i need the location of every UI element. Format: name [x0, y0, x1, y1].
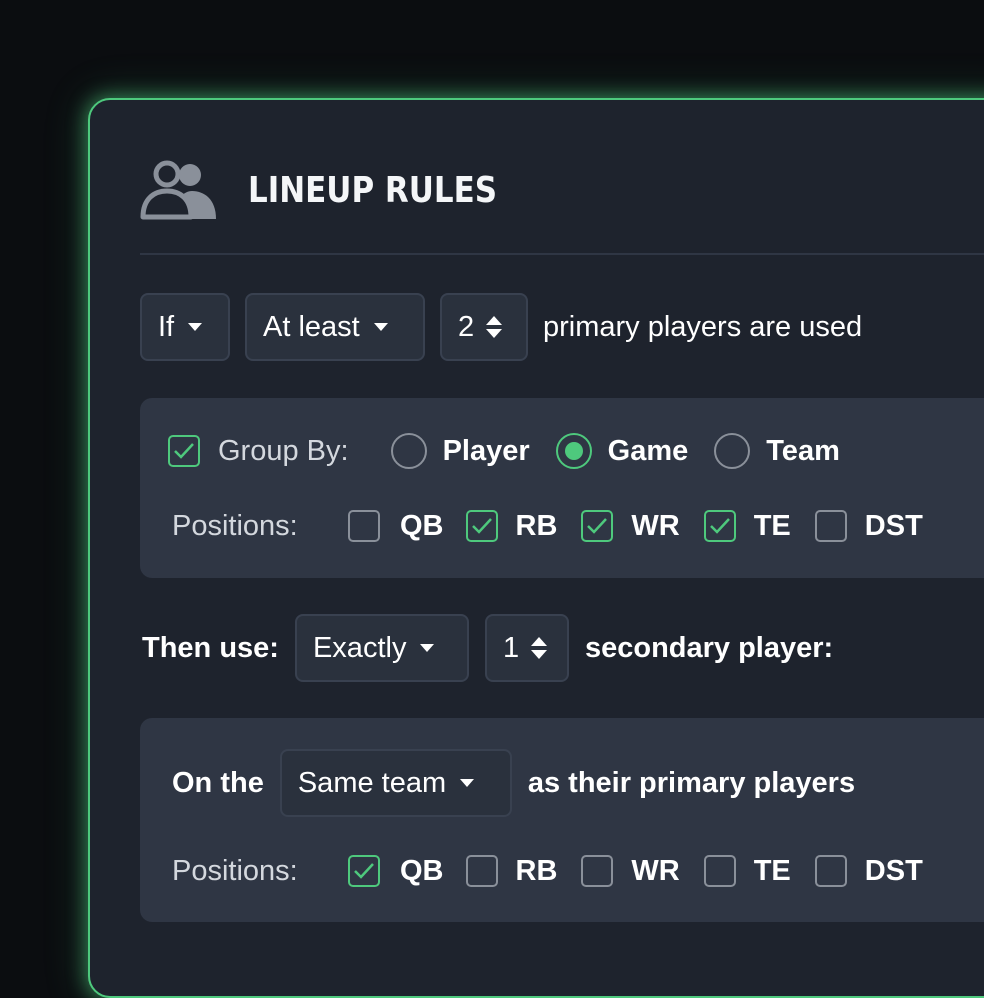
- group-position-te[interactable]: TE: [703, 509, 791, 543]
- rb-label: RB: [515, 509, 558, 542]
- qb-checkbox[interactable]: [348, 855, 380, 887]
- group-by-label: Group By:: [218, 434, 349, 467]
- secondary-position-te[interactable]: TE: [703, 854, 791, 888]
- panel-header: LINEUP RULES: [140, 150, 984, 230]
- secondary-positions-label: Positions:: [172, 854, 298, 887]
- group-position-rb[interactable]: RB: [465, 509, 558, 543]
- primary-rule-suffix: primary players are used: [543, 310, 863, 343]
- users-icon: [140, 155, 218, 225]
- stepper-arrows-icon: [486, 316, 503, 338]
- rb-checkbox[interactable]: [465, 510, 498, 542]
- comparator-value: At least: [263, 310, 360, 343]
- then-comparator-dropdown[interactable]: Exactly: [294, 614, 469, 682]
- team-radio[interactable]: [714, 433, 751, 469]
- game-label: Game: [607, 434, 689, 467]
- player-radio[interactable]: [390, 433, 427, 469]
- group-position-dst[interactable]: DST: [814, 509, 923, 543]
- wr-label: WR: [631, 854, 680, 887]
- te-checkbox[interactable]: [703, 510, 736, 542]
- on-the-label: On the: [172, 766, 264, 799]
- header-divider: [140, 253, 984, 255]
- relation-value: Same team: [297, 766, 447, 799]
- group-positions-row: Positions: QB RB WR TE DST: [172, 506, 923, 546]
- condition-value: If: [158, 310, 175, 343]
- secondary-positions-row: Positions: QB RB WR TE DST: [172, 851, 923, 891]
- group-by-section: [140, 398, 984, 578]
- group-option-team[interactable]: Team: [714, 433, 840, 469]
- primary-count-stepper[interactable]: 2: [440, 293, 528, 361]
- wr-label: WR: [631, 509, 680, 542]
- dst-checkbox[interactable]: [814, 855, 847, 887]
- then-use-label: Then use:: [142, 631, 279, 664]
- secondary-position-qb[interactable]: QB: [348, 855, 444, 888]
- te-label: TE: [753, 854, 791, 887]
- relation-suffix: as their primary players: [527, 766, 856, 799]
- relation-row: On the Same team as their primary player…: [172, 748, 855, 818]
- primary-count-value: 2: [458, 310, 475, 343]
- caret-down-icon: [188, 323, 203, 331]
- qb-label: QB: [400, 509, 444, 542]
- te-label: TE: [753, 509, 791, 542]
- secondary-rule-row: Then use: Exactly 1 secondary player:: [142, 613, 833, 683]
- secondary-position-wr[interactable]: WR: [581, 854, 680, 888]
- relation-dropdown[interactable]: Same team: [279, 749, 512, 817]
- group-positions-label: Positions:: [172, 509, 298, 542]
- secondary-count-value: 1: [502, 631, 520, 664]
- secondary-rule-suffix: secondary player:: [584, 631, 834, 664]
- wr-checkbox[interactable]: [581, 855, 614, 887]
- page-title: LINEUP RULES: [248, 169, 498, 211]
- comparator-dropdown[interactable]: At least: [245, 293, 425, 361]
- group-position-qb[interactable]: QB: [348, 510, 444, 543]
- caret-down-icon: [420, 644, 435, 652]
- qb-label: QB: [400, 854, 444, 887]
- secondary-position-rb[interactable]: RB: [465, 854, 558, 888]
- stepper-arrows-icon: [531, 637, 548, 659]
- group-option-game[interactable]: Game: [555, 433, 689, 469]
- then-comparator-value: Exactly: [312, 631, 407, 664]
- te-checkbox[interactable]: [703, 855, 736, 887]
- group-by-row: Group By: Player Game Team: [168, 430, 840, 472]
- secondary-count-stepper[interactable]: 1: [484, 614, 569, 682]
- wr-checkbox[interactable]: [581, 510, 614, 542]
- caret-down-icon: [460, 779, 475, 787]
- dst-label: DST: [864, 854, 923, 887]
- dst-label: DST: [864, 509, 923, 542]
- group-position-wr[interactable]: WR: [581, 509, 680, 543]
- primary-rule-row: If At least 2 primary players are used: [140, 292, 862, 362]
- group-option-player[interactable]: Player: [390, 433, 530, 469]
- game-radio[interactable]: [555, 433, 592, 469]
- caret-down-icon: [373, 323, 388, 331]
- group-by-checkbox[interactable]: [168, 435, 200, 467]
- rb-checkbox[interactable]: [465, 855, 498, 887]
- rb-label: RB: [515, 854, 558, 887]
- qb-checkbox[interactable]: [348, 510, 380, 542]
- dst-checkbox[interactable]: [814, 510, 847, 542]
- condition-dropdown[interactable]: If: [140, 293, 230, 361]
- player-label: Player: [442, 434, 530, 467]
- team-label: Team: [766, 434, 840, 467]
- secondary-position-dst[interactable]: DST: [814, 854, 923, 888]
